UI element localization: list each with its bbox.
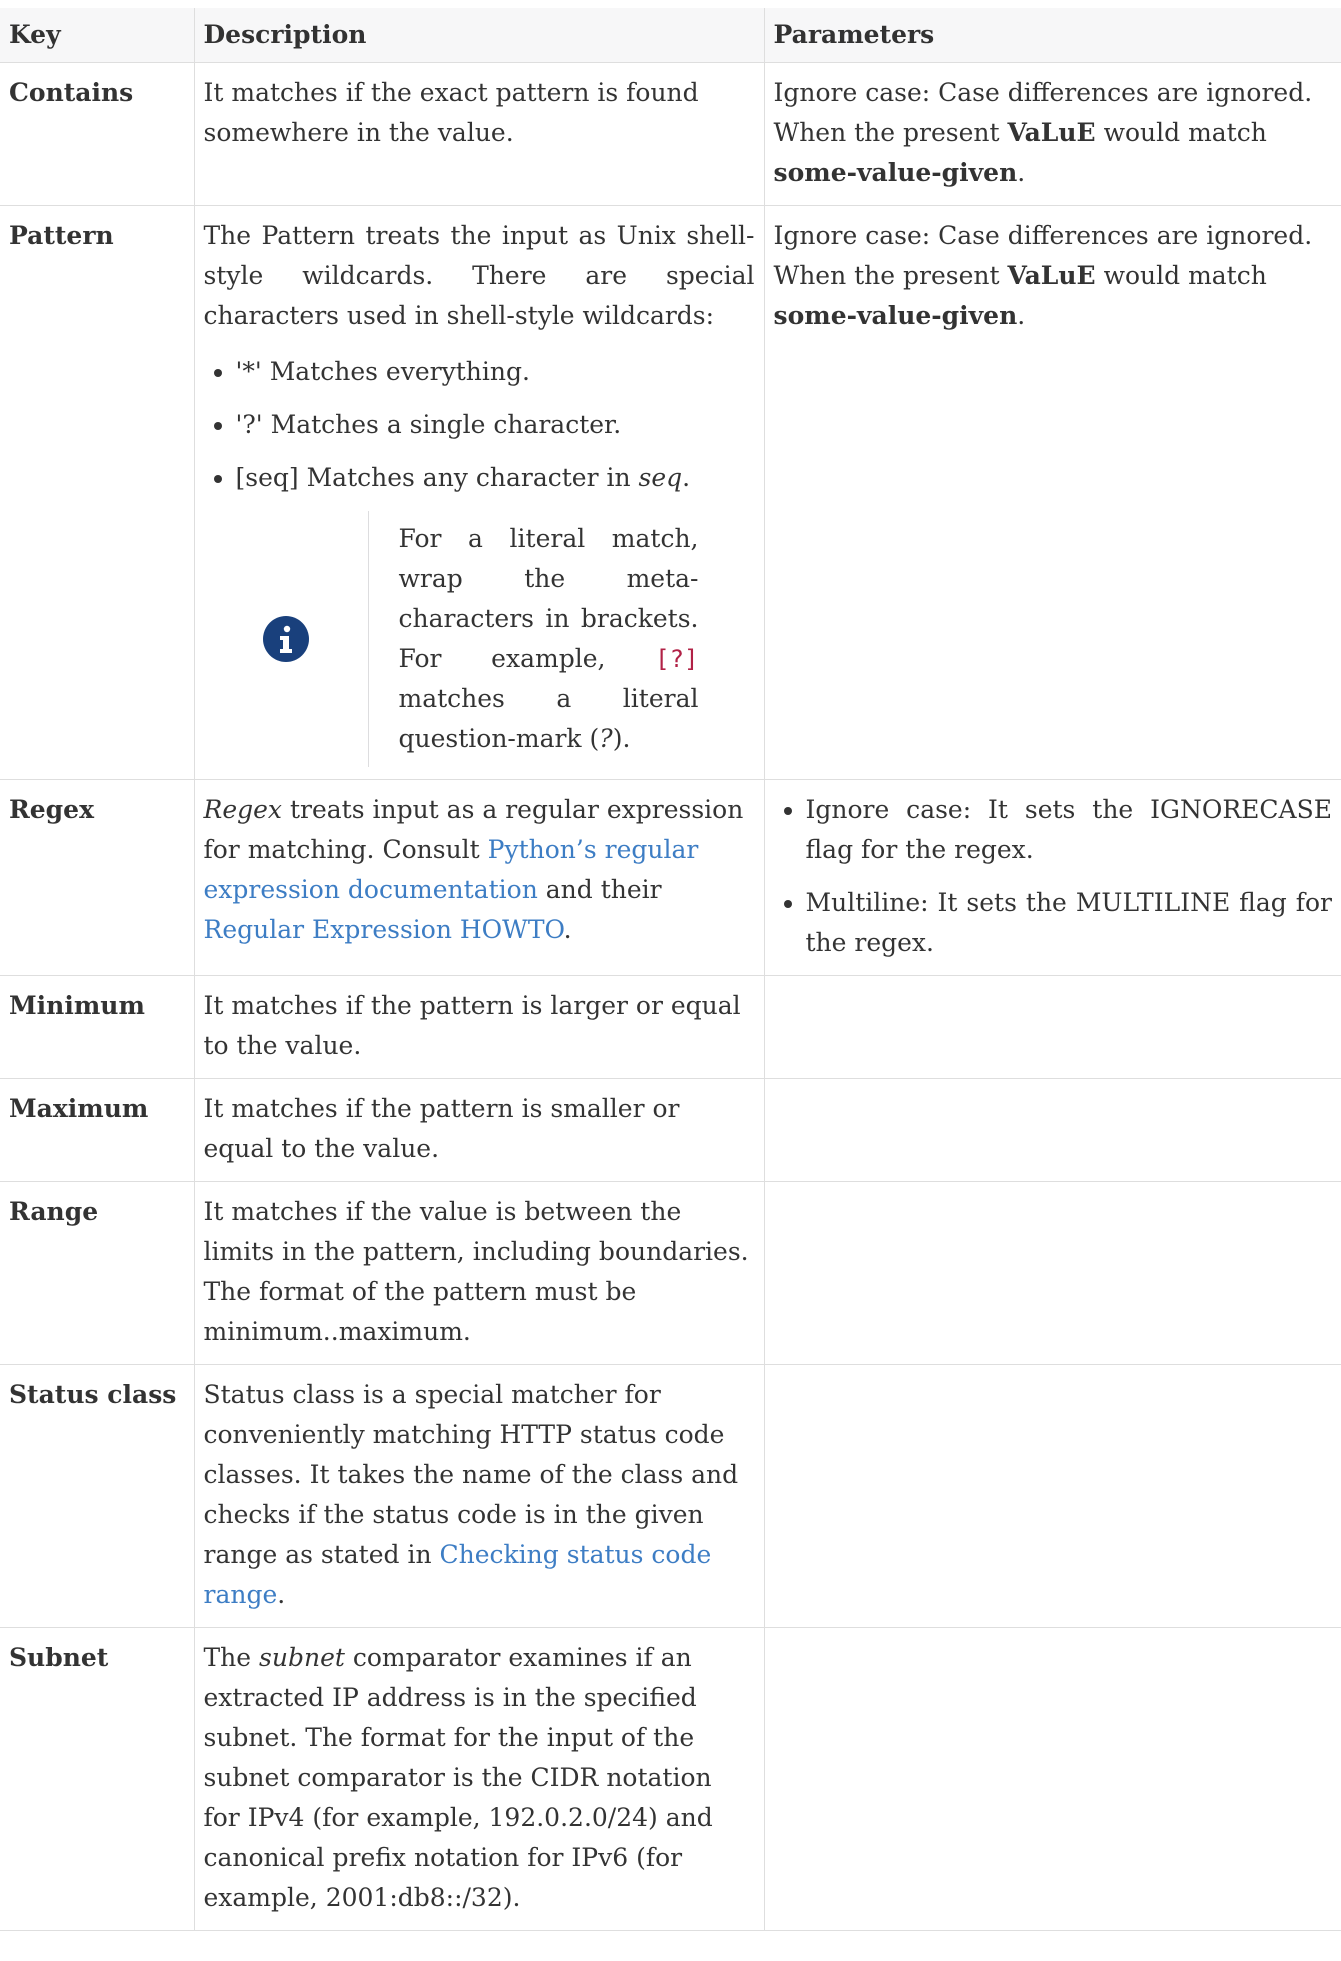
row-key: Range [0, 1181, 195, 1365]
param-bold-value: VaLuE [1007, 261, 1096, 290]
code-literal: [?] [655, 645, 699, 673]
description-text: The Pattern treats the input as Unix she… [203, 221, 755, 330]
param-bold-value: VaLuE [1007, 118, 1096, 147]
row-key: Regex [0, 779, 195, 976]
row-parameters [763, 1364, 1341, 1628]
list-item: Multiline: It sets the MULTILINE flag fo… [806, 883, 1333, 963]
table-header-row: Key Description Parameters [0, 8, 1341, 63]
row-parameters [763, 1181, 1341, 1365]
info-icon [262, 616, 309, 662]
table-row: Status class Status class is a special m… [0, 1364, 1341, 1628]
comparators-table: Key Description Parameters Contains It m… [0, 8, 1341, 1931]
row-description: It matches if the pattern is larger or e… [193, 975, 765, 1079]
row-description: It matches if the pattern is smaller or … [193, 1078, 765, 1182]
row-description: Regex treats input as a regular expressi… [193, 779, 765, 976]
param-bold-given: some-value-given [773, 301, 1018, 330]
header-description: Description [193, 8, 765, 63]
row-key: Contains [0, 62, 195, 206]
row-key: Minimum [0, 975, 195, 1079]
param-text: . [1017, 158, 1026, 187]
table-row: Range It matches if the value is between… [0, 1181, 1341, 1365]
table-row: Regex Regex treats input as a regular ex… [0, 779, 1341, 976]
wildcard-list: '*' Matches everything. '?' Matches a si… [204, 352, 755, 498]
table-row: Maximum It matches if the pattern is sma… [0, 1078, 1341, 1182]
table-row: Subnet The subnet comparator examines if… [0, 1627, 1341, 1931]
row-parameters [763, 975, 1341, 1079]
row-description: The Pattern treats the input as Unix she… [193, 205, 765, 780]
row-key: Pattern [0, 205, 195, 780]
admonition-icon-cell [204, 616, 368, 662]
list-item: [seq] Matches any character in seq. [236, 458, 755, 498]
row-parameters: Ignore case: It sets the IGNORECASE flag… [763, 779, 1341, 976]
param-text: would match [1095, 118, 1267, 147]
row-description: Status class is a special matcher for co… [193, 1364, 765, 1628]
table-row: Pattern The Pattern treats the input as … [0, 205, 1341, 780]
row-key: Status class [0, 1364, 195, 1628]
row-parameters [763, 1078, 1341, 1182]
list-item: '*' Matches everything. [236, 352, 755, 392]
table-row: Minimum It matches if the pattern is lar… [0, 975, 1341, 1079]
header-parameters: Parameters [763, 8, 1341, 63]
note-admonition: For a literal match, wrap the meta-chara… [204, 511, 755, 767]
row-description: It matches if the value is between the l… [193, 1181, 765, 1365]
row-description: The subnet comparator examines if an ext… [193, 1627, 765, 1931]
param-bold-given: some-value-given [773, 158, 1018, 187]
note-text: For a literal match, wrap the meta-chara… [367, 511, 699, 767]
row-parameters: Ignore case: Case differences are ignore… [763, 62, 1341, 206]
regex-howto-link[interactable]: Regular Expression HOWTO [204, 915, 564, 944]
list-item: Ignore case: It sets the IGNORECASE flag… [806, 790, 1333, 870]
header-key: Key [0, 8, 195, 63]
row-key: Maximum [0, 1078, 195, 1182]
row-description: It matches if the exact pattern is found… [193, 62, 765, 206]
table-row: Contains It matches if the exact pattern… [0, 62, 1341, 206]
row-parameters [763, 1627, 1341, 1931]
regex-params-list: Ignore case: It sets the IGNORECASE flag… [774, 790, 1333, 963]
row-parameters: Ignore case: Case differences are ignore… [763, 205, 1341, 780]
row-key: Subnet [0, 1627, 195, 1931]
list-item: '?' Matches a single character. [236, 405, 755, 445]
